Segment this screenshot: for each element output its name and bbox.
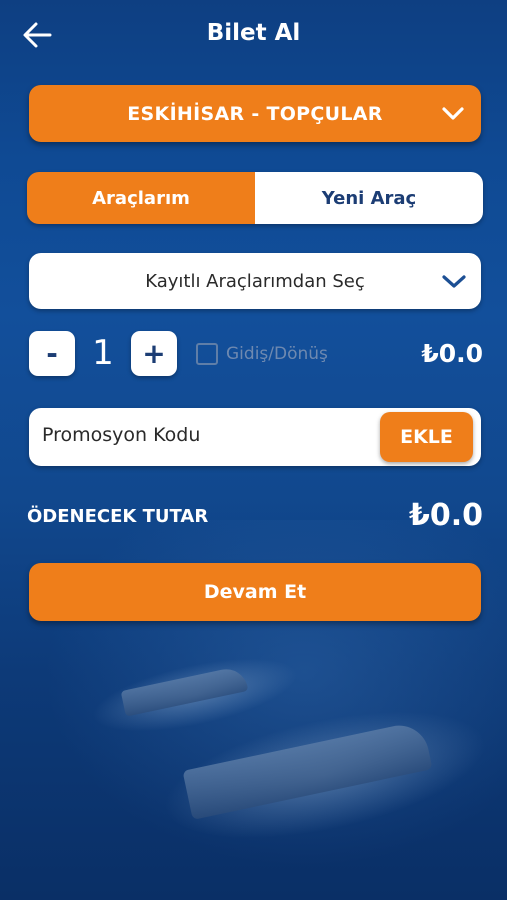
continue-button[interactable]: Devam Et [29, 563, 481, 621]
chevron-down-icon [442, 275, 466, 288]
total-label: ÖDENECEK TUTAR [27, 506, 209, 527]
increase-quantity-button[interactable]: + [131, 331, 177, 376]
roundtrip-checkbox[interactable] [196, 343, 218, 365]
add-promo-button[interactable]: EKLE [380, 412, 473, 462]
route-selected-label: ESKİHİSAR - TOPÇULAR [127, 102, 383, 125]
roundtrip-option[interactable]: Gidiş/Dönüş [196, 343, 328, 365]
total-value: ₺0.0 [408, 498, 483, 533]
app-header: Bilet Al [0, 0, 507, 70]
route-dropdown[interactable]: ESKİHİSAR - TOPÇULAR [29, 85, 481, 142]
decrease-quantity-button[interactable]: - [29, 331, 75, 376]
saved-vehicle-label: Kayıtlı Araçlarımdan Seç [145, 270, 365, 292]
roundtrip-label: Gidiş/Dönüş [226, 344, 328, 364]
tab-new-vehicle[interactable]: Yeni Araç [255, 172, 483, 224]
vehicle-tabs: Araçlarım Yeni Araç [27, 172, 483, 224]
chevron-down-icon [442, 107, 464, 120]
page-title: Bilet Al [206, 20, 301, 46]
saved-vehicle-dropdown[interactable]: Kayıtlı Araçlarımdan Seç [29, 253, 481, 309]
unit-price: ₺0.0 [421, 339, 483, 368]
promo-code-input[interactable] [42, 424, 362, 446]
tab-my-vehicles[interactable]: Araçlarım [27, 172, 255, 224]
quantity-value: 1 [92, 333, 114, 373]
promo-code-box: EKLE [29, 408, 481, 466]
